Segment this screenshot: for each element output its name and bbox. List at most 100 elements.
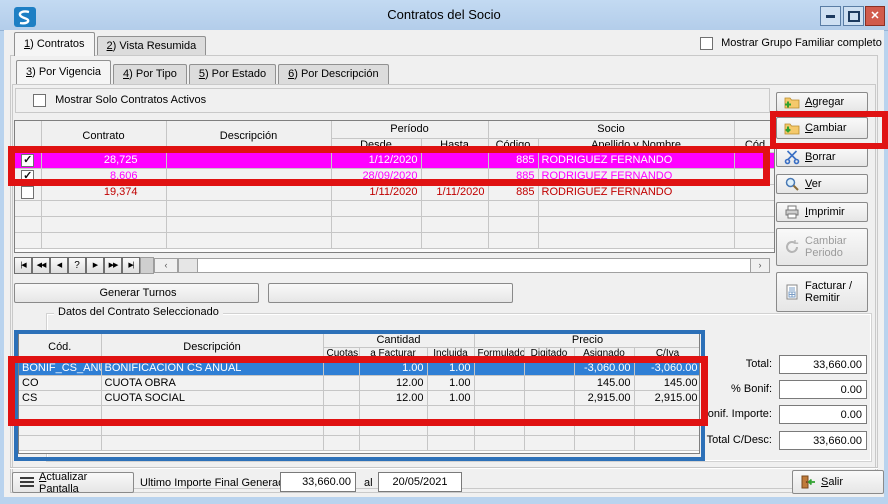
- cell-empty[interactable]: [421, 200, 488, 216]
- main-tab-2[interactable]: 2) Vista Resumida: [97, 36, 207, 56]
- nav-button-2[interactable]: ◀◀: [32, 257, 50, 274]
- total-field-3[interactable]: 0.00: [779, 405, 867, 424]
- cambiar-button[interactable]: Cambiar: [776, 117, 868, 139]
- cell-codigo[interactable]: 885: [488, 152, 538, 168]
- sub-tab-2[interactable]: 4) Por Tipo: [113, 64, 187, 84]
- detail-sub-header-1[interactable]: a Facturar: [359, 347, 427, 360]
- cell-empty[interactable]: [421, 232, 488, 248]
- cell-extra[interactable]: [734, 152, 775, 168]
- detail-cell-empty[interactable]: [359, 435, 427, 450]
- sub-header-4[interactable]: Cód: [734, 138, 775, 152]
- cell-extra[interactable]: [734, 168, 775, 184]
- generar-turnos-button[interactable]: Generar Turnos: [14, 283, 259, 303]
- cell-empty[interactable]: [41, 216, 166, 232]
- detail-row-6[interactable]: [19, 435, 700, 450]
- detail-cell-digitado[interactable]: [524, 390, 574, 405]
- detail-cell-empty[interactable]: [101, 420, 323, 435]
- detail-cell-empty[interactable]: [19, 420, 101, 435]
- scroll-left-button[interactable]: ‹: [155, 259, 178, 272]
- main-tab-1[interactable]: 1) Contratos: [14, 32, 95, 56]
- detail-grid[interactable]: Cód.DescripciónCantidadPrecioCuotasa Fac…: [18, 333, 700, 454]
- detail-cell-cuotas[interactable]: [323, 375, 359, 390]
- imprimir-button[interactable]: Imprimir: [776, 202, 868, 222]
- cell-empty[interactable]: [488, 200, 538, 216]
- contract-row-4[interactable]: [15, 200, 775, 216]
- minimize-button[interactable]: [820, 6, 841, 26]
- col-header-contrato[interactable]: Contrato: [41, 121, 166, 152]
- detail-cell-empty[interactable]: [323, 405, 359, 420]
- nav-button-5[interactable]: ▶: [86, 257, 104, 274]
- detail-cell-formulado[interactable]: [474, 390, 524, 405]
- detail-cell-empty[interactable]: [524, 405, 574, 420]
- detail-sub-header-3[interactable]: Formulado: [474, 347, 524, 360]
- detail-row-1[interactable]: BONIF_CS_ANUABONIFICACION CS ANUAL1.001.…: [19, 360, 700, 375]
- detail-sub-header-4[interactable]: Digitado: [524, 347, 574, 360]
- sub-header-0[interactable]: Desde: [331, 138, 421, 152]
- cell-empty[interactable]: [331, 216, 421, 232]
- detail-cell-empty[interactable]: [323, 435, 359, 450]
- cell-codigo[interactable]: 885: [488, 184, 538, 200]
- detail-cell-empty[interactable]: [574, 420, 634, 435]
- cell-desde[interactable]: 1/12/2020: [331, 152, 421, 168]
- detail-cell-a-facturar[interactable]: 1.00: [359, 360, 427, 375]
- detail-cell-descripcion[interactable]: CUOTA SOCIAL: [101, 390, 323, 405]
- ver-button[interactable]: Ver: [776, 174, 868, 194]
- salir-button[interactable]: Salir: [792, 470, 884, 494]
- cell-empty[interactable]: [488, 216, 538, 232]
- detail-cell-cod[interactable]: BONIF_CS_ANUA: [19, 360, 101, 375]
- detail-sub-header-0[interactable]: Cuotas: [323, 347, 359, 360]
- cell-empty[interactable]: [166, 216, 331, 232]
- cell-empty[interactable]: [421, 216, 488, 232]
- detail-cell-empty[interactable]: [359, 405, 427, 420]
- detail-cell-empty[interactable]: [634, 420, 700, 435]
- scrollbar-thumb[interactable]: [178, 259, 198, 272]
- cell-descripcion[interactable]: [166, 152, 331, 168]
- detail-cell-empty[interactable]: [427, 420, 474, 435]
- detail-cell-digitado[interactable]: [524, 360, 574, 375]
- maximize-button[interactable]: [843, 6, 864, 26]
- detail-cell-descripcion[interactable]: BONIFICACION CS ANUAL: [101, 360, 323, 375]
- cell-empty[interactable]: [734, 200, 775, 216]
- row-checkbox[interactable]: ✓: [21, 170, 34, 183]
- detail-cell-empty[interactable]: [101, 435, 323, 450]
- total-field-4[interactable]: 33,660.00: [779, 431, 867, 450]
- detail-sub-header-2[interactable]: Incluida: [427, 347, 474, 360]
- nav-button-1[interactable]: |◀: [14, 257, 32, 274]
- contract-row-3[interactable]: 19,3741/11/20201/11/2020885RODRIGUEZ FER…: [15, 184, 775, 200]
- total-field-1[interactable]: 33,660.00: [779, 355, 867, 374]
- horizontal-scrollbar[interactable]: ‹ ›: [154, 258, 770, 273]
- cell-empty[interactable]: [734, 232, 775, 248]
- detail-row-2[interactable]: COCUOTA OBRA12.001.00145.00145.00: [19, 375, 700, 390]
- sub-header-3[interactable]: Apellido y Nombre: [538, 138, 734, 152]
- contracts-grid[interactable]: ContratoDescripciónPeríodoSocioDesdeHast…: [14, 120, 775, 253]
- cell-hasta[interactable]: 1/11/2020: [421, 184, 488, 200]
- total-field-2[interactable]: 0.00: [779, 380, 867, 399]
- detail-cell-digitado[interactable]: [524, 375, 574, 390]
- contract-row-6[interactable]: [15, 232, 775, 248]
- cell-desde[interactable]: 28/09/2020: [331, 168, 421, 184]
- blank-button[interactable]: [268, 283, 513, 303]
- detail-cell-formulado[interactable]: [474, 360, 524, 375]
- nav-button-6[interactable]: ▶▶: [104, 257, 122, 274]
- cell-hasta[interactable]: [421, 152, 488, 168]
- detail-cell-cod[interactable]: CO: [19, 375, 101, 390]
- fecha-field[interactable]: 20/05/2021: [378, 472, 462, 492]
- ultimo-importe-field[interactable]: 33,660.00: [280, 472, 356, 492]
- scroll-right-button[interactable]: ›: [750, 259, 769, 272]
- cell-descripcion[interactable]: [166, 184, 331, 200]
- detail-cell-empty[interactable]: [19, 405, 101, 420]
- cell-empty[interactable]: [331, 200, 421, 216]
- nav-button-3[interactable]: ◀: [50, 257, 68, 274]
- cell-desde[interactable]: 1/11/2020: [331, 184, 421, 200]
- cell-empty[interactable]: [538, 200, 734, 216]
- detail-cell-empty[interactable]: [427, 405, 474, 420]
- cell-empty[interactable]: [166, 232, 331, 248]
- cell-hasta[interactable]: [421, 168, 488, 184]
- solo-activos-checkbox[interactable]: [33, 94, 46, 107]
- detail-cell-empty[interactable]: [101, 405, 323, 420]
- cell-empty[interactable]: [331, 232, 421, 248]
- sub-header-2[interactable]: Código: [488, 138, 538, 152]
- detail-cell-incluida[interactable]: 1.00: [427, 390, 474, 405]
- detail-cell-empty[interactable]: [524, 420, 574, 435]
- detail-cell-empty[interactable]: [359, 420, 427, 435]
